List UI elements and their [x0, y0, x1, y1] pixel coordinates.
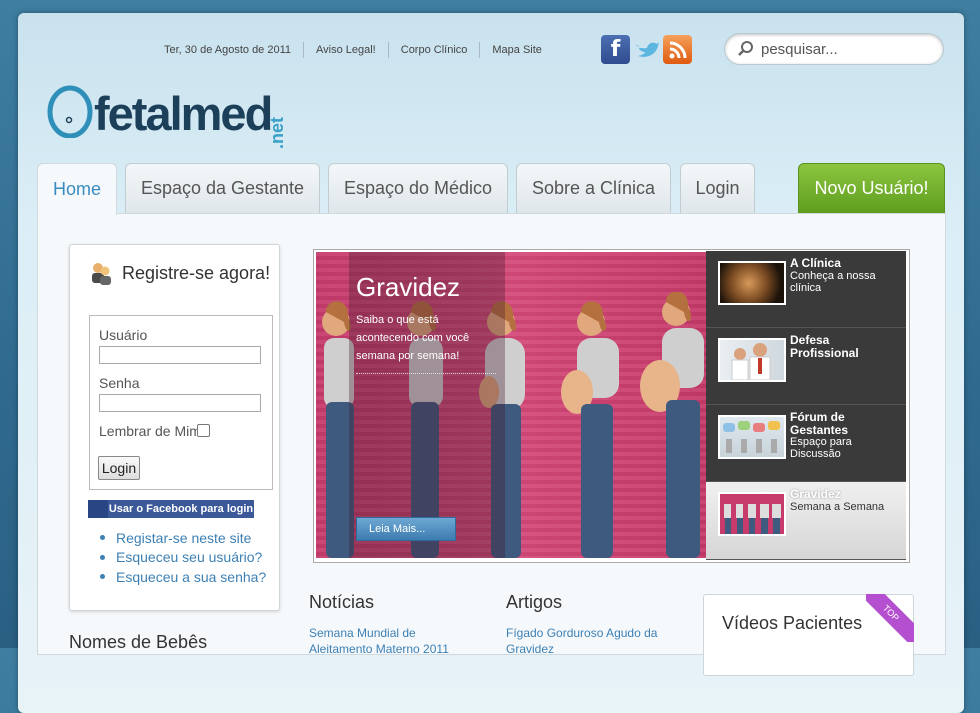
remember-checkbox[interactable] [197, 424, 210, 437]
videos-box: Vídeos Pacientes TOP [703, 594, 914, 676]
password-input[interactable] [99, 394, 261, 412]
current-date: Ter, 30 de Agosto de 2011 [164, 42, 305, 58]
login-button[interactable]: Login [98, 456, 140, 480]
remember-label: Lembrar de Mim [99, 423, 201, 439]
banner-item-forum[interactable]: Fórum de Gestantes Espaço para Discussão [706, 405, 906, 482]
list-item[interactable]: Registar-se neste site [100, 528, 266, 548]
search-icon [738, 41, 753, 56]
tab-sobre-clinica[interactable]: Sobre a Clínica [516, 163, 671, 213]
banner-item-defesa[interactable]: Defesa Profissional [706, 328, 906, 405]
noticias-heading: Notícias [309, 592, 375, 612]
top-links: Ter, 30 de Agosto de 2011 Aviso Legal! C… [164, 37, 554, 63]
facebook-icon[interactable]: f [601, 35, 630, 64]
tab-espaco-medico[interactable]: Espaço do Médico [328, 163, 508, 213]
videos-heading: Vídeos Pacientes [722, 613, 863, 633]
logo-mark-icon [47, 85, 93, 138]
banner-item-title: Defesa Profissional [790, 333, 859, 360]
ultrasound-thumbnail [718, 261, 786, 305]
artigos-heading: Artigos [506, 592, 563, 612]
tab-home[interactable]: Home [37, 163, 117, 215]
forgot-password-link[interactable]: Esqueceu a sua senha? [116, 569, 266, 585]
logo-suffix: .net [267, 116, 287, 149]
gravidez-thumbnail [718, 492, 786, 536]
banner-item-title: Gravidez [790, 487, 841, 501]
nomes-bebes-heading: Nomes de Bebês [69, 632, 208, 652]
banner-item-title: A Clínica [790, 256, 841, 270]
hero-divider [356, 373, 496, 374]
username-label: Usuário [99, 327, 148, 343]
list-item[interactable]: Esqueceu a sua senha? [100, 567, 266, 587]
twitter-icon[interactable] [632, 35, 661, 64]
social-icons: f [601, 35, 692, 64]
hero-title: Gravidez [356, 272, 461, 302]
users-icon [92, 263, 111, 285]
link-mapa-site[interactable]: Mapa Site [480, 42, 554, 58]
link-corpo-clinico[interactable]: Corpo Clínico [389, 42, 481, 58]
noticia-link[interactable]: Semana Mundial de Aleitamento Materno 20… [309, 625, 469, 657]
link-aviso-legal[interactable]: Aviso Legal! [304, 42, 389, 58]
password-label: Senha [99, 375, 140, 391]
banner-item-subtitle: Semana a Semana [790, 501, 885, 513]
hero-description: Saiba o que está acontecendo com você se… [356, 314, 470, 362]
site-logo[interactable]: fetalmed .net [46, 78, 287, 149]
new-user-button[interactable]: Novo Usuário! [798, 163, 945, 213]
rss-icon[interactable] [663, 35, 692, 64]
tab-espaco-gestante[interactable]: Espaço da Gestante [125, 163, 320, 213]
tab-login[interactable]: Login [680, 163, 755, 213]
artigo-link[interactable]: Fígado Gorduroso Agudo da Gravidez [506, 625, 676, 657]
account-links: Registar-se neste site Esqueceu seu usuá… [100, 528, 266, 587]
doctors-thumbnail [718, 338, 786, 382]
top-badge: TOP [866, 594, 914, 642]
forgot-username-link[interactable]: Esqueceu seu usuário? [116, 549, 262, 565]
logo-text: fetalmed [94, 87, 273, 140]
banner-item-subtitle: Espaço para Discussão [790, 436, 852, 460]
read-more-button[interactable]: Leia Mais... [356, 517, 456, 541]
search-box[interactable]: pesquisar... [724, 33, 944, 65]
register-title: Registre-se agora! [122, 263, 271, 283]
register-site-link[interactable]: Registar-se neste site [116, 530, 251, 546]
facebook-login-button[interactable]: Usar o Facebook para login [88, 500, 254, 518]
banner-item-title: Fórum de Gestantes [790, 410, 849, 437]
list-item[interactable]: Esqueceu seu usuário? [100, 548, 266, 568]
hero-slide[interactable]: Gravidez Saiba o que está acontecendo co… [316, 252, 706, 558]
banner-item-clinica[interactable]: A Clínica Conheça a nossa clínica [706, 251, 906, 328]
forum-thumbnail [718, 415, 786, 459]
banner-item-subtitle: Conheça a nossa clínica [790, 270, 876, 294]
search-placeholder: pesquisar... [761, 40, 838, 58]
username-input[interactable] [99, 346, 261, 364]
banner-item-gravidez[interactable]: Gravidez Semana a Semana [706, 482, 906, 560]
top-ribbon: TOP [866, 594, 914, 642]
